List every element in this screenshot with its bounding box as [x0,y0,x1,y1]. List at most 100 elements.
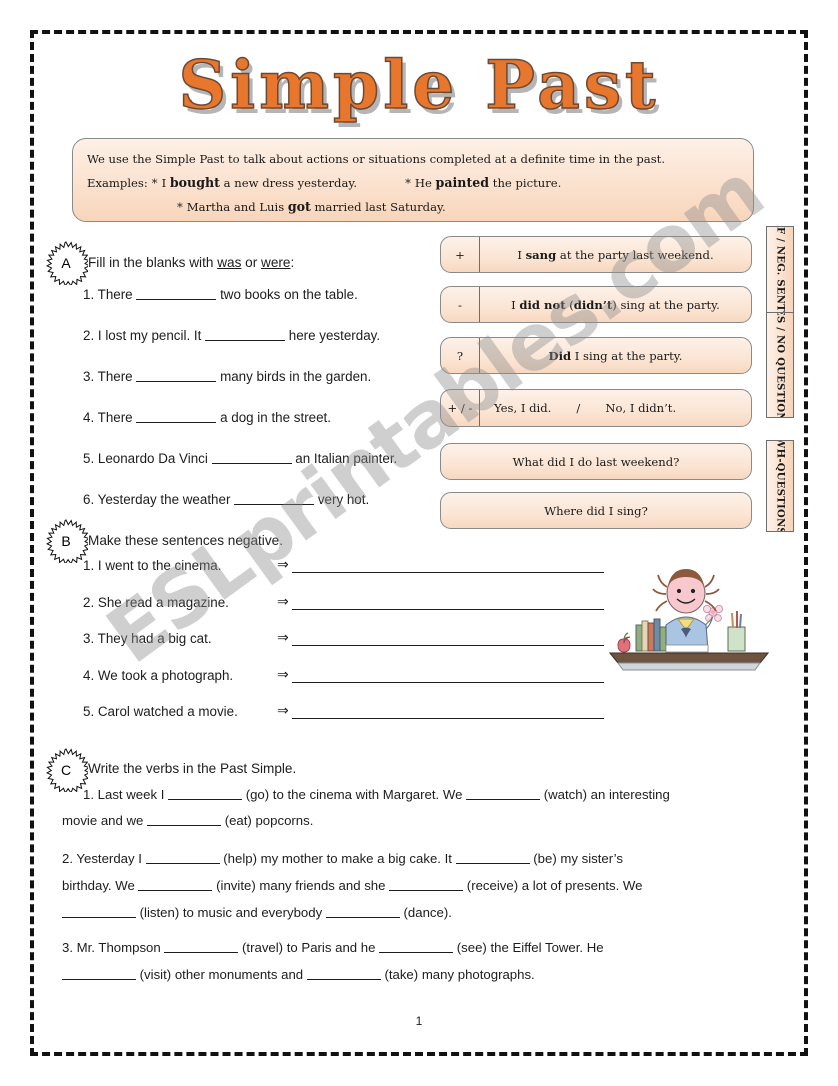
section-badge-b: B [44,519,88,563]
arrow-icon: ⇒ [277,666,289,682]
exercise-a-item: 1. There two books on the table. [83,287,358,302]
answer-blank[interactable] [136,410,217,423]
short-answer-yes: Yes, I did. [494,401,552,415]
arrow-icon: ⇒ [277,629,289,645]
grammar-text-affirmative: I sang at the party last weekend. [517,247,714,262]
answer-blank[interactable] [138,878,213,891]
arrow-icon: ⇒ [277,593,289,609]
grammar-row-wh-2: Where did I sing? [440,492,752,529]
section-a-heading-pre: Fill in the blanks with [88,255,218,270]
section-a-heading-post: : [290,255,295,270]
verb-did: Did [548,348,572,363]
item-a1-tail: two books on the table. [216,287,358,302]
verb-didnt: didn’t [573,297,613,312]
answer-blank[interactable] [234,492,315,505]
exercise-b-item: 3. They had a big cat. [83,631,212,646]
answer-blank[interactable] [389,878,464,891]
item-a4-head: 4. There [83,410,137,425]
wh-question-1: What did I do last weekend? [512,454,680,469]
exercise-c-line: 1. Last week I (go) to the cinema with M… [83,787,670,802]
item-a3-tail: many birds in the garden. [216,369,372,384]
example-2-post: the picture. [489,175,562,190]
grammar-row-question: ? Did I sing at the party. [440,337,752,374]
exercise-c-line: (listen) to music and everybody (dance). [62,905,452,919]
bullet-star-2: * [405,175,411,190]
exercise-a-item: 3. There many birds in the garden. [83,369,371,384]
answer-blank[interactable] [62,967,136,980]
answer-blank[interactable] [205,328,286,341]
item-a4-tail: a dog in the street. [216,410,331,425]
tab-yes-no-questions: YES / NO QUESTIONS [766,312,794,418]
examples-label: Examples: [87,175,148,190]
exercise-b-item: 2. She read a magazine. [83,595,229,610]
intro-example-3-row: * Martha and Luis got married last Saturd… [87,195,739,220]
intro-rule-text: We use the Simple Past to talk about act… [87,152,666,166]
intro-rule-box: We use the Simple Past to talk about act… [72,138,754,222]
answer-blank[interactable] [168,787,243,800]
tab-label-aff-neg: AFF / NEG. SENTEN. [774,226,786,318]
answer-blank[interactable] [136,369,217,382]
exercise-a-item: 4. There a dog in the street. [83,410,331,425]
answer-blank[interactable] [466,787,541,800]
item-a1-head: 1. There [83,287,137,302]
grammar-sign-plus: + [441,237,480,272]
exercise-c-line: movie and we (eat) popcorns. [62,813,314,828]
intro-examples-row: Examples: * I bought a new dress yesterday… [87,171,739,196]
item-a5-head: 5. Leonardo Da Vinci [83,451,212,466]
grammar-sign-minus: - [441,287,480,322]
answer-blank[interactable] [455,851,530,864]
answer-blank[interactable] [325,905,400,918]
section-a-heading-mid: or [241,255,262,270]
section-a-was: was [217,255,242,270]
exercise-c-line: 3. Mr. Thompson (travel) to Paris and he… [62,940,604,955]
section-c-heading: Write the verbs in the Past Simple. [88,761,297,776]
section-c-letter: C [60,762,72,778]
grammar-row-affirmative: + I sang at the party last weekend. [440,236,752,273]
grammar-text-negative: I did not (didn’t) sing at the party. [511,297,720,312]
answer-blank[interactable] [379,940,454,953]
verb-sang: sang [525,247,557,262]
exercise-b-item: 5. Carol watched a movie. [83,704,238,719]
grammar-row-negative: - I did not (didn’t) sing at the party. [440,286,752,323]
girl-at-desk-illustration [600,567,775,672]
answer-line[interactable] [292,645,604,646]
section-badge-a: A [44,241,88,285]
answer-blank[interactable] [62,905,136,918]
answer-blank[interactable] [211,451,292,464]
example-3-post: married last Saturday. [310,200,446,215]
answer-blank[interactable] [145,851,220,864]
example-3-verb: got [287,199,311,215]
answer-blank[interactable] [136,287,217,300]
item-a6-head: 6. Yesterday the weather [83,492,235,507]
item-a3-head: 3. There [83,369,137,384]
section-b-letter: B [61,533,71,549]
section-a-letter: A [61,255,71,271]
exercise-a-item: 5. Leonardo Da Vinci an Italian painter. [83,451,397,466]
answer-blank[interactable] [147,813,222,826]
grammar-text-question: Did I sing at the party. [548,348,683,363]
bullet-star-3: * [177,200,183,215]
tab-affirmative-negative: AFF / NEG. SENTEN. [766,226,794,318]
answer-blank[interactable] [164,940,239,953]
item-a2-head: 2. I lost my pencil. It [83,328,206,343]
section-badge-c: C [44,748,88,792]
example-2-pre: He [414,175,436,190]
slash-separator: / [576,401,581,415]
grammar-sign-question: ? [441,338,480,373]
exercise-b-item: 4. We took a photograph. [83,668,234,683]
answer-blank[interactable] [306,967,381,980]
answer-line[interactable] [292,609,604,610]
exercise-a-item: 2. I lost my pencil. It here yesterday. [83,328,380,343]
item-a2-tail: here yesterday. [285,328,381,343]
wh-question-2: Where did I sing? [544,503,648,518]
example-1-verb: bought [169,174,220,190]
grammar-text-short-answers: Yes, I did. / No, I didn’t. [480,401,751,415]
exercise-b-item: 1. I went to the cinema. [83,558,222,573]
section-a-heading: Fill in the blanks with was or were: [88,255,294,270]
answer-line[interactable] [292,572,604,573]
answer-line[interactable] [292,718,604,719]
bullet-star-1: * [151,175,158,190]
answer-line[interactable] [292,682,604,683]
short-answer-no: No, I didn’t. [605,401,677,415]
tab-wh-questions: WH-QUESTIONS [766,440,794,532]
